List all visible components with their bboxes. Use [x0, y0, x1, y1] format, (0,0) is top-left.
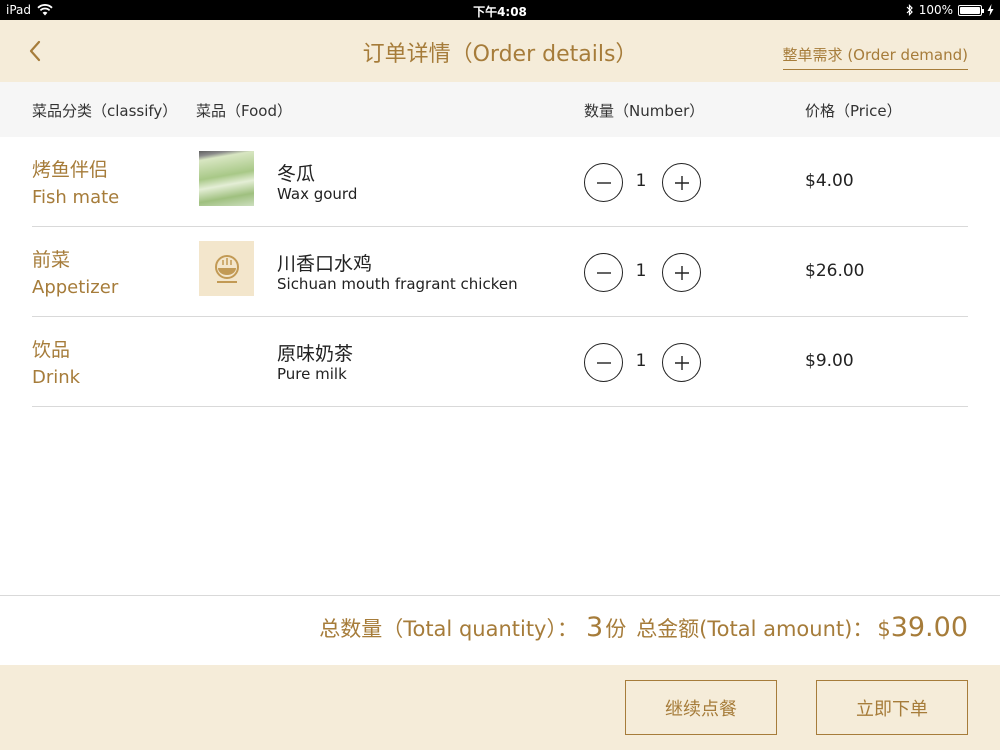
minus-icon	[596, 361, 611, 364]
status-right: 100%	[906, 3, 994, 17]
minus-icon	[596, 181, 611, 184]
decrease-button[interactable]	[584, 343, 623, 382]
quantity-value: 1	[635, 351, 647, 371]
total-amount-value: 39.00	[890, 612, 968, 643]
food-name-en: Pure milk	[277, 365, 347, 383]
category-en: Drink	[32, 367, 81, 388]
header-classify: 菜品分类（classify）	[32, 102, 178, 120]
charging-bolt-icon	[987, 4, 994, 16]
total-quantity-value: 3	[586, 612, 604, 643]
place-order-button[interactable]: 立即下单	[816, 680, 968, 735]
category-en: Fish mate	[32, 187, 120, 208]
order-demand-link[interactable]: 整单需求 (Order demand)	[782, 44, 968, 70]
category-cn: 前菜	[32, 249, 71, 271]
footer-bar: 继续点餐 立即下单	[0, 665, 1000, 750]
plus-icon	[674, 265, 689, 280]
table-header: 菜品分类（classify） 菜品（Food） 数量（Number） 价格（Pr…	[0, 82, 1000, 137]
category-cn: 烤鱼伴侣	[32, 159, 109, 181]
order-summary: 总数量（Total quantity）： 3 份 总金额(Total amoun…	[0, 595, 1000, 665]
food-name-en: Sichuan mouth fragrant chicken	[277, 275, 518, 293]
status-time: 下午4:08	[473, 5, 527, 19]
nav-bar: 订单详情（Order details） 整单需求 (Order demand)	[0, 20, 1000, 82]
table-row: 饮品 Drink 原味奶茶 Pure milk 1 $9.00	[0, 317, 1000, 407]
total-quantity-unit: 份	[605, 617, 627, 641]
quantity-value: 1	[635, 171, 647, 191]
header-food: 菜品（Food）	[196, 102, 292, 120]
table-row: 前菜 Appetizer 川香口水鸡 Sichuan mouth fragran…	[0, 227, 1000, 317]
total-amount-label: 总金额(Total amount)：	[636, 617, 874, 641]
category-en: Appetizer	[32, 277, 119, 298]
increase-button[interactable]	[662, 343, 701, 382]
food-name-cn: 川香口水鸡	[277, 253, 373, 275]
decrease-button[interactable]	[584, 253, 623, 292]
header-number: 数量（Number）	[584, 102, 705, 120]
battery-fill	[960, 6, 980, 14]
header-price: 价格（Price）	[805, 102, 902, 120]
row-divider	[32, 406, 968, 407]
category-cn: 饮品	[32, 339, 71, 361]
bluetooth-icon	[906, 4, 913, 16]
food-name-en: Wax gourd	[277, 185, 358, 203]
item-price: $9.00	[805, 351, 854, 371]
wax-gourd-thumbnail	[199, 151, 254, 206]
item-price: $26.00	[805, 261, 865, 281]
total-quantity-label: 总数量（Total quantity）：	[319, 617, 578, 641]
decrease-button[interactable]	[584, 163, 623, 202]
continue-ordering-button[interactable]: 继续点餐	[625, 680, 777, 735]
battery-icon	[958, 4, 984, 16]
quantity-value: 1	[635, 261, 647, 281]
battery-percent: 100%	[918, 3, 953, 17]
increase-button[interactable]	[662, 163, 701, 202]
item-price: $4.00	[805, 171, 854, 191]
food-name-cn: 原味奶茶	[277, 343, 354, 365]
currency-symbol: $	[877, 617, 891, 641]
food-name-cn: 冬瓜	[277, 163, 316, 185]
increase-button[interactable]	[662, 253, 701, 292]
summary-line: 总数量（Total quantity）： 3 份 总金额(Total amoun…	[319, 612, 968, 643]
table-row: 烤鱼伴侣 Fish mate 冬瓜 Wax gourd 1 $4.00	[0, 137, 1000, 227]
plus-icon	[674, 175, 689, 190]
restaurant-logo-thumbnail	[199, 241, 254, 296]
status-bar: iPad 下午4:08 100%	[0, 0, 1000, 20]
minus-icon	[596, 271, 611, 274]
plus-icon	[674, 355, 689, 370]
restaurant-logo-icon	[214, 254, 239, 283]
